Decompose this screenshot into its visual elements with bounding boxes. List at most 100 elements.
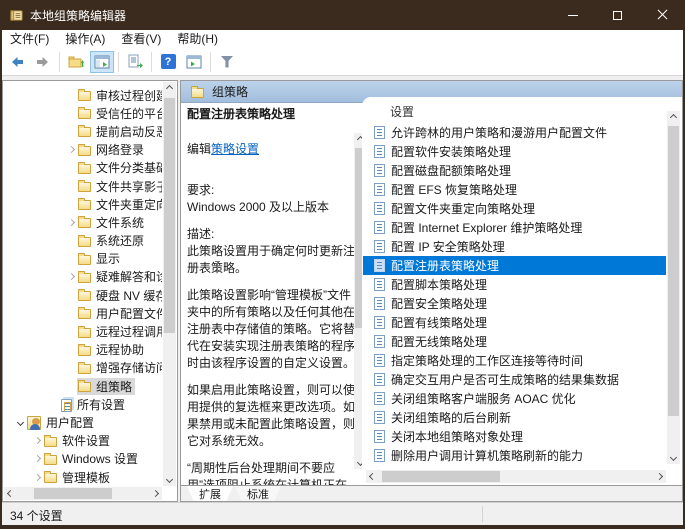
setting-item[interactable]: 配置安全策略处理 (363, 294, 666, 313)
tree-item[interactable]: 组策略 (4, 377, 162, 395)
setting-item-label: 配置注册表策略处理 (391, 257, 499, 274)
description-paragraph: “周期性后台处理期间不要应用”选项阻止系统在计算机正在使用时后 (187, 460, 355, 488)
menu-item[interactable]: 查看(V) (113, 30, 169, 48)
setting-item[interactable]: 配置磁盘配额策略处理 (363, 161, 666, 180)
expander-icon[interactable] (31, 438, 43, 443)
setting-item[interactable]: 关闭组策略客户端服务 AOAC 优化 (363, 389, 666, 408)
tree-item-icon (78, 382, 91, 392)
tree-item[interactable]: 用户配置 (4, 413, 162, 431)
scroll-up-arrow[interactable] (163, 82, 176, 95)
tree-item[interactable]: 软件设置 (4, 432, 162, 450)
tree-item-content: 提前启动反恶意软件 (77, 123, 162, 140)
edit-policy-line: 编辑策略设置 (187, 141, 355, 158)
scroll-right-arrow[interactable] (653, 470, 666, 483)
maximize-button[interactable] (595, 0, 640, 30)
tree-item-label: 网络登录 (96, 141, 144, 158)
tree-item[interactable]: 用户配置文件 (4, 304, 162, 322)
tree-item[interactable]: 文件系统 (4, 213, 162, 231)
menu-item[interactable]: 文件(F) (2, 30, 57, 48)
tree-item-label: 远程过程调用 (96, 323, 162, 340)
help-button[interactable]: ? (156, 51, 180, 73)
tree-item-icon (78, 237, 91, 247)
setting-item[interactable]: 配置无线策略处理 (363, 332, 666, 351)
expander-icon[interactable] (65, 220, 77, 225)
setting-item[interactable]: 配置文件夹重定向策略处理 (363, 199, 666, 218)
tree-item-icon (44, 455, 57, 465)
scrollbar-thumb[interactable] (382, 471, 500, 482)
minimize-button[interactable] (550, 0, 595, 30)
setting-item[interactable]: 配置软件安装策略处理 (363, 142, 666, 161)
setting-item[interactable]: 配置注册表策略处理 (363, 256, 666, 275)
tree-item[interactable]: Windows 设置 (4, 450, 162, 468)
tree-item[interactable]: 网络登录 (4, 141, 162, 159)
close-button[interactable] (640, 0, 685, 30)
settings-horizontal-scrollbar[interactable] (366, 470, 666, 483)
console-window-button[interactable] (182, 51, 206, 73)
filter-button[interactable] (215, 51, 239, 73)
setting-item[interactable]: 删除用户调用计算机策略刷新的能力 (363, 446, 666, 465)
tree-item[interactable]: 疑难解答和诊断 (4, 268, 162, 286)
tree-item[interactable]: 受信任的平台模块服务 (4, 104, 162, 122)
tree-item-icon (78, 364, 91, 374)
setting-item[interactable]: 配置有线策略处理 (363, 313, 666, 332)
setting-item[interactable]: 配置脚本策略处理 (363, 275, 666, 294)
back-button[interactable] (5, 51, 29, 73)
tree-item[interactable]: 远程协助 (4, 341, 162, 359)
settings-column-header[interactable]: 设置 (390, 103, 414, 119)
setting-item[interactable]: 关闭本地组策略对象处理 (363, 427, 666, 446)
tree-item[interactable]: 远程过程调用 (4, 322, 162, 340)
setting-item-label: 配置 Internet Explorer 维护策略处理 (391, 219, 582, 236)
view-tab[interactable]: 标准 (235, 486, 281, 501)
edit-policy-setting-link[interactable]: 策略设置 (211, 142, 259, 156)
tree-vertical-scrollbar[interactable] (163, 82, 176, 486)
settings-vertical-scrollbar[interactable] (667, 111, 680, 464)
status-divider (482, 506, 483, 522)
expander-icon[interactable] (65, 147, 77, 152)
forward-button[interactable] (31, 51, 55, 73)
expander-icon[interactable] (14, 420, 26, 425)
scroll-left-arrow[interactable] (4, 487, 17, 500)
setting-item[interactable]: 关闭组策略的后台刷新 (363, 408, 666, 427)
setting-item[interactable]: 配置 Internet Explorer 维护策略处理 (363, 218, 666, 237)
scrollbar-thumb[interactable] (668, 126, 679, 416)
setting-item[interactable]: 配置 EFS 恢复策略处理 (363, 180, 666, 199)
expander-icon[interactable] (65, 274, 77, 279)
tree-horizontal-scrollbar[interactable] (4, 487, 162, 500)
tree-item[interactable]: 增强存储访问 (4, 359, 162, 377)
tree-item[interactable]: 硬盘 NV 缓存 (4, 286, 162, 304)
tree-item[interactable]: 提前启动反恶意软件 (4, 122, 162, 140)
setting-item[interactable]: 确定交互用户是否可生成策略的结果集数据 (363, 370, 666, 389)
scroll-left-arrow[interactable] (366, 470, 379, 483)
tree-item[interactable]: 所有设置 (4, 395, 162, 413)
scroll-right-arrow[interactable] (149, 487, 162, 500)
filter-icon (221, 56, 234, 68)
tree-item[interactable]: 文件共享影子复制提供程序 (4, 177, 162, 195)
tree-item[interactable]: 管理模板 (4, 468, 162, 486)
scrollbar-thumb[interactable] (34, 488, 112, 499)
setting-item[interactable]: 配置 IP 安全策略处理 (363, 237, 666, 256)
scroll-down-arrow[interactable] (667, 451, 680, 464)
tree-item[interactable]: 显示 (4, 250, 162, 268)
view-tab[interactable]: 扩展 (187, 486, 233, 501)
menu-item[interactable]: 操作(A) (57, 30, 113, 48)
scroll-up-arrow[interactable] (667, 111, 680, 124)
setting-item[interactable]: 允许跨林的用户策略和漫游用户配置文件 (363, 123, 666, 142)
show-console-tree-button[interactable] (90, 51, 114, 73)
up-one-level-button[interactable] (64, 51, 88, 73)
expander-icon[interactable] (31, 475, 43, 480)
menu-item[interactable]: 帮助(H) (169, 30, 226, 48)
scroll-down-arrow[interactable] (163, 473, 176, 486)
tree-item-label: 审核过程创建 (96, 87, 162, 104)
tree-item[interactable]: 审核过程创建 (4, 86, 162, 104)
tree-item-icon (78, 218, 91, 228)
tree-item[interactable]: 系统还原 (4, 232, 162, 250)
expander-icon[interactable] (31, 456, 43, 461)
tree-item-icon (78, 91, 91, 101)
setting-item-label: 配置磁盘配额策略处理 (391, 162, 511, 179)
setting-item[interactable]: 指定策略处理的工作区连接等待时间 (363, 351, 666, 370)
export-list-button[interactable] (123, 51, 147, 73)
tree-item-content: 疑难解答和诊断 (77, 268, 162, 285)
tree-item[interactable]: 文件夹重定向 (4, 195, 162, 213)
tree-item[interactable]: 文件分类基础结构 (4, 159, 162, 177)
scrollbar-thumb[interactable] (164, 98, 175, 333)
